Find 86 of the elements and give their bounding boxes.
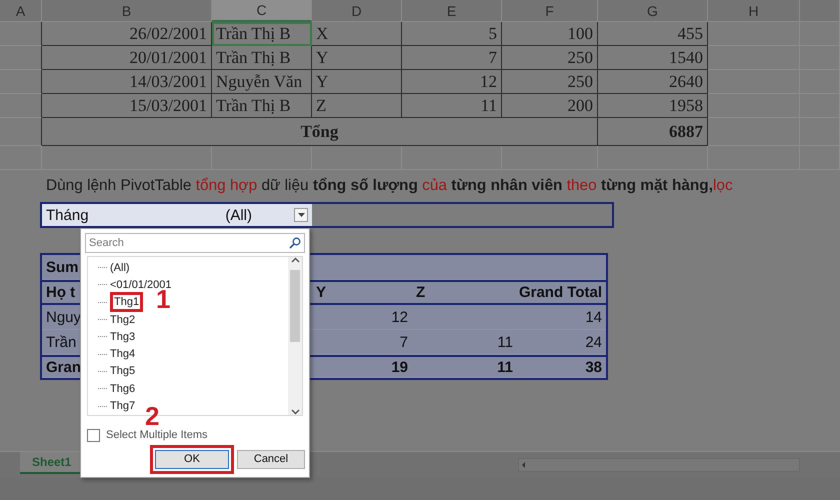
checkbox[interactable] (87, 428, 100, 442)
table-cell: Y (312, 46, 402, 70)
pivot-header: Grand Total (518, 284, 602, 301)
table-cell: 200 (502, 94, 598, 118)
table-cell: 1540 (598, 46, 708, 70)
table-cell: 1958 (598, 94, 708, 118)
grid-cell (800, 22, 840, 46)
list-item[interactable]: Thg3 (110, 330, 136, 343)
vertical-scrollbar[interactable] (288, 257, 302, 415)
caret-icon (298, 213, 304, 217)
list-item[interactable]: Thg5 (110, 365, 136, 378)
table-cell: 250 (502, 70, 598, 94)
list-item[interactable]: (All) (110, 262, 130, 274)
tree-line (98, 388, 107, 390)
list-item[interactable]: Thg7 (110, 400, 136, 412)
pivot-title: Sum (46, 258, 79, 276)
filter-value: (All) (225, 206, 252, 224)
table-cell: Trần Thị B (212, 94, 312, 118)
list-item[interactable]: <01/01/2001 (110, 278, 172, 291)
total-label: Tổng (42, 118, 598, 146)
column-header[interactable]: C (212, 0, 312, 22)
pivot-row-label: Gran (46, 358, 82, 376)
search-icon (289, 237, 301, 249)
filter-field: Tháng (46, 206, 89, 224)
filter-cell[interactable]: Tháng (All) (42, 204, 312, 226)
grid-cell (0, 46, 42, 70)
tree-line (98, 319, 107, 320)
table-cell: Trần Thị B (212, 22, 312, 46)
tree-line (98, 267, 107, 268)
grid-cell (0, 94, 42, 118)
grid-cell (0, 118, 42, 146)
pivot-value: 12 (391, 308, 408, 326)
tree-line (98, 302, 107, 303)
table-cell: 11 (402, 94, 502, 118)
grid-cell (0, 70, 42, 94)
table-cell: 455 (598, 22, 708, 46)
horizontal-scrollbar[interactable] (518, 458, 800, 472)
table-cell: 14/03/2001 (42, 70, 212, 94)
list-item[interactable]: Thg4 (110, 348, 136, 360)
table-cell: 100 (502, 22, 598, 46)
search-field[interactable]: Search (85, 233, 305, 253)
table-cell: 250 (502, 46, 598, 70)
total-value: 6887 (598, 118, 708, 146)
list-item[interactable]: Thg2 (110, 314, 136, 326)
pivot-row-label: Nguy (46, 308, 82, 326)
table-cell: Nguyễn Văn (212, 70, 312, 94)
table-cell: 15/03/2001 (42, 94, 212, 118)
pivot-row-label: Trần (46, 334, 76, 350)
scroll-thumb[interactable] (290, 270, 300, 342)
table-cell: Trần Thị B (212, 46, 312, 70)
scroll-up-icon[interactable] (290, 257, 300, 263)
grid-cell (0, 22, 42, 46)
table-cell: X (312, 22, 402, 46)
table-cell: 2640 (598, 70, 708, 94)
list-item[interactable]: Thg1 (114, 296, 140, 308)
table-cell: 26/02/2001 (42, 22, 212, 46)
tree-line (98, 370, 107, 372)
table-cell: 5 (402, 22, 502, 46)
pivot-value: 14 (585, 308, 602, 326)
grid-cell (0, 146, 42, 170)
pivot-value: 7 (400, 334, 408, 350)
tree-line (98, 354, 107, 355)
pivot-value: 11 (497, 358, 513, 376)
pivot-header: Họ t (46, 284, 76, 301)
tree-line (98, 336, 107, 338)
pivot-value: 19 (391, 358, 408, 376)
list-item[interactable]: Thg6 (110, 382, 136, 395)
table-cell: 7 (402, 46, 502, 70)
pivot-value: 38 (585, 358, 602, 376)
table-cell: Z (312, 94, 402, 118)
table-cell: 20/01/2001 (42, 46, 212, 70)
callout-number: 2 (145, 402, 160, 429)
pivot-header: Z (416, 284, 426, 301)
tree-line (98, 406, 107, 407)
table-cell: 12 (402, 70, 502, 94)
tree-line (98, 284, 107, 286)
cancel-button[interactable]: Cancel (237, 450, 305, 469)
ok-button[interactable]: OK (155, 450, 229, 469)
pivot-value: 11 (497, 334, 513, 350)
instruction-text: Dùng lệnh PivotTable tổng hợp dữ liệu tổng số lượng của từng nhân viên theo từng mặt hàng,lọc (46, 177, 733, 195)
pivot-header: Y (316, 284, 326, 301)
pivot-value: 24 (585, 334, 602, 350)
checkbox-label: Select Multiple Items (106, 429, 208, 442)
table-cell: Y (312, 70, 402, 94)
scroll-down-icon[interactable] (290, 408, 300, 415)
dropdown-button[interactable] (294, 208, 308, 222)
